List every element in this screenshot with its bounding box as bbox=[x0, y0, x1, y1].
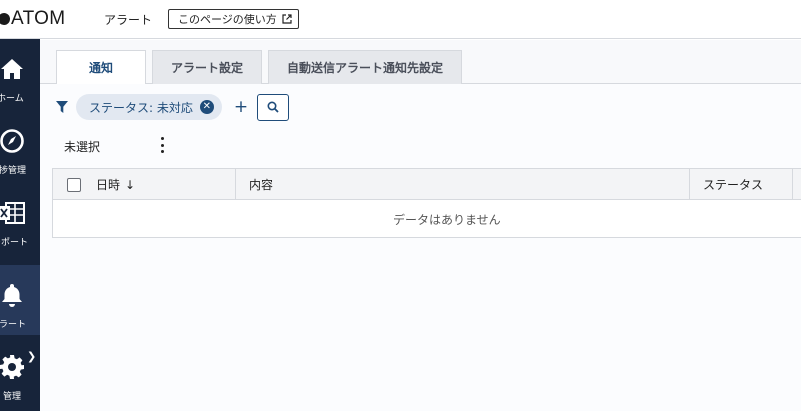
tab-notifications[interactable]: 通知 bbox=[56, 50, 147, 84]
selection-status: 未選択 bbox=[64, 140, 101, 154]
more-options-icon[interactable] bbox=[160, 137, 164, 153]
column-header-datetime[interactable]: 日時 ↓ bbox=[67, 169, 135, 200]
empty-state-message: データはありません bbox=[393, 212, 501, 227]
filter-row: ステータス: 未対応 ✕ + bbox=[56, 93, 289, 121]
sidebar-item-admin[interactable]: 管理 bbox=[0, 337, 40, 407]
column-header-content[interactable]: 内容 bbox=[249, 169, 273, 200]
search-icon bbox=[267, 101, 279, 113]
tab-panel bbox=[40, 84, 801, 411]
sidebar-item-label: 管理 bbox=[3, 392, 22, 402]
column-header-label: 日時 bbox=[96, 178, 121, 192]
status-filter-chip[interactable]: ステータス: 未対応 ✕ bbox=[76, 94, 222, 120]
alerts-table: 日時 ↓ 内容 ステータス データはありません bbox=[52, 168, 801, 238]
sidebar-item-alert[interactable]: アラート bbox=[0, 265, 40, 335]
home-icon bbox=[0, 55, 27, 83]
chip-label: ステータス: 未対応 bbox=[89, 100, 193, 115]
external-link-icon bbox=[282, 14, 292, 24]
expand-chevron-icon[interactable]: ❯ bbox=[27, 350, 36, 363]
column-divider[interactable] bbox=[792, 169, 793, 200]
sidebar-item-report[interactable]: レポート bbox=[0, 183, 40, 253]
excel-report-icon bbox=[0, 199, 27, 227]
search-button[interactable] bbox=[256, 93, 289, 121]
howto-label: このページの使い方 bbox=[178, 13, 277, 26]
progress-icon bbox=[0, 127, 27, 155]
sidebar-item-label: 進捗管理 bbox=[0, 166, 27, 176]
sidebar-item-label: アラート bbox=[0, 320, 27, 330]
tab-bar: 通知 アラート設定 自動送信アラート通知先設定 bbox=[56, 50, 468, 84]
bell-icon bbox=[0, 281, 27, 309]
sidebar-item-label: ホーム bbox=[0, 94, 24, 104]
sidebar-item-progress[interactable]: 進捗管理 bbox=[0, 111, 40, 181]
logo-text: ATOM bbox=[11, 8, 66, 29]
column-header-status[interactable]: ステータス bbox=[703, 169, 763, 200]
page-title: アラート bbox=[104, 13, 153, 27]
sort-down-icon[interactable]: ↓ bbox=[125, 178, 135, 192]
table-header: 日時 ↓ 内容 ステータス bbox=[53, 169, 801, 200]
atom-logo[interactable]: ATOM bbox=[0, 8, 65, 30]
add-filter-icon[interactable]: + bbox=[234, 97, 248, 117]
column-divider[interactable] bbox=[689, 169, 690, 200]
column-divider bbox=[235, 169, 236, 200]
logo-dot-icon bbox=[0, 13, 10, 25]
sidebar: ホーム 進捗管理 レポート アラート 管理 ❯ bbox=[0, 39, 40, 411]
select-all-checkbox[interactable] bbox=[67, 177, 81, 192]
sidebar-item-label: レポート bbox=[0, 238, 29, 248]
main-content: 通知 アラート設定 自動送信アラート通知先設定 ステータス: 未対応 ✕ + 未… bbox=[40, 40, 801, 411]
howto-button[interactable]: このページの使い方 bbox=[168, 9, 299, 29]
gear-icon bbox=[0, 353, 27, 381]
tab-auto-send-recipients[interactable]: 自動送信アラート通知先設定 bbox=[268, 50, 463, 84]
tab-alert-settings[interactable]: アラート設定 bbox=[152, 50, 263, 84]
chip-remove-icon[interactable]: ✕ bbox=[199, 100, 214, 114]
filter-icon[interactable] bbox=[56, 101, 68, 113]
top-bar: ATOM アラート このページの使い方 bbox=[0, 0, 801, 39]
sidebar-item-home[interactable]: ホーム bbox=[0, 39, 40, 109]
